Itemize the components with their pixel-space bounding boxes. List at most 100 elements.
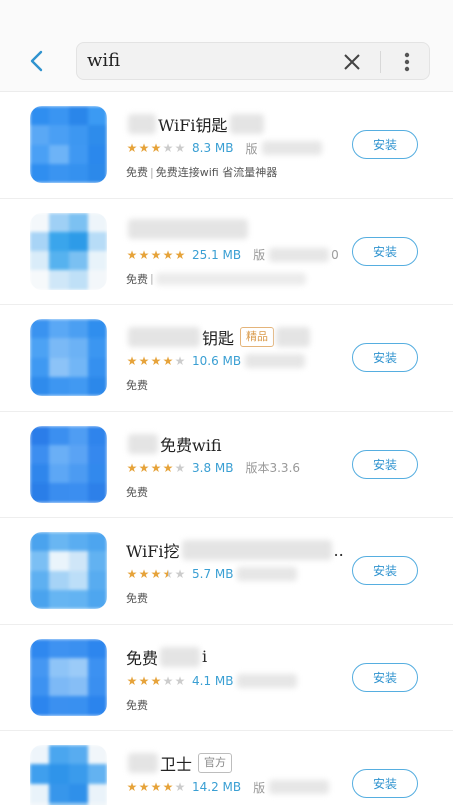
list-item: ★ ★ ★ ★ ★ 25.1 MB 版 0 免费 | 安装 [0, 199, 453, 305]
rating-stars: ★ ★ ★ ★ ★ [126, 355, 186, 367]
app-icon[interactable] [30, 319, 107, 396]
star-icon: ★ [174, 247, 186, 262]
clear-search-button[interactable] [339, 49, 365, 75]
redacted-text [276, 327, 311, 347]
app-stats: ★ ★ ★ ★ ★ 8.3 MB 版 [126, 139, 322, 157]
app-price: 免费 [126, 698, 148, 712]
app-icon[interactable] [30, 425, 107, 503]
star-icon: ★ [174, 141, 186, 155]
app-size: 10.6 MB [192, 354, 242, 368]
star-icon: ★ [174, 460, 186, 475]
app-stats: ★ ★ ★ ★ ★ 25.1 MB 版 0 [126, 246, 339, 264]
star-icon: ★ [126, 567, 138, 581]
star-icon: ★ [150, 567, 162, 581]
star-icon: ★ [126, 247, 138, 262]
app-icon-image [30, 319, 107, 396]
app-size: 3.8 MB [192, 460, 234, 475]
app-icon-image [30, 212, 107, 290]
more-options-button[interactable] [395, 49, 419, 75]
redacted-text [269, 247, 330, 262]
rating-stars: ★ ★ ★ ★ ★ [126, 781, 186, 793]
app-size: 25.1 MB [192, 247, 242, 262]
star-icon: ★ [138, 247, 150, 262]
app-version: 版本3.3.6 [245, 461, 301, 475]
app-stats: ★ ★ ★ ★ ★ 4.1 MB [126, 672, 298, 690]
app-price: 免费 [126, 166, 148, 179]
redacted-text [128, 218, 248, 239]
app-icon-image [30, 106, 107, 183]
install-button[interactable]: 安装 [352, 130, 418, 159]
star-icon: ★ [138, 460, 150, 475]
chevron-left-icon [30, 50, 43, 72]
divider [380, 51, 381, 73]
app-name-text: WiFi挖 [126, 542, 180, 561]
app-name[interactable]: 卫士 官方 [126, 751, 233, 775]
redacted-text [128, 433, 158, 454]
redacted-text [128, 327, 200, 347]
app-name[interactable]: 钥匙 精品 [126, 325, 312, 349]
app-size: 14.2 MB [192, 780, 242, 794]
app-version: 版 [253, 780, 266, 795]
app-name-tail: i [202, 647, 208, 666]
install-button[interactable]: 安装 [352, 343, 418, 372]
app-name-text: 钥匙 [202, 329, 235, 348]
search-results-list: WiFi钥匙 ★ ★ ★ ★ ★ 8.3 MB 版免费 | 免费连接wifi 省流量神器 安装 ★ ★ ★… [0, 92, 453, 805]
redacted-text [160, 646, 201, 667]
app-icon[interactable] [30, 106, 107, 183]
top-bar: wifi [0, 0, 453, 92]
app-icon[interactable] [30, 638, 107, 716]
app-icon[interactable] [30, 532, 107, 609]
star-icon: ★ [150, 780, 162, 794]
rating-stars: ★ ★ ★ ★ ★ [126, 568, 186, 580]
app-stats: ★ ★ ★ ★ ★ 10.6 MB [126, 352, 306, 370]
app-name[interactable]: 免费wifi [126, 432, 222, 456]
list-item: WiFi钥匙 ★ ★ ★ ★ ★ 8.3 MB 版免费 | 免费连接wifi 省流量神器 安装 [0, 92, 453, 199]
app-name[interactable]: WiFi钥匙 [126, 112, 266, 136]
star-icon: ★ [174, 354, 186, 368]
app-name[interactable] [126, 218, 250, 239]
install-button[interactable]: 安装 [352, 662, 418, 692]
star-icon: ★ [162, 460, 174, 475]
search-input[interactable]: wifi [76, 42, 430, 80]
app-description: 免费 | 免费连接wifi 省流量神器 [126, 164, 277, 180]
rating-stars: ★ ★ ★ ★ ★ [126, 675, 186, 687]
redacted-text [155, 272, 306, 285]
app-name-text: 卫士 [160, 755, 193, 774]
app-stats: ★ ★ ★ ★ ★ 14.2 MB 版 [126, 778, 330, 796]
star-icon: ★ [138, 673, 150, 688]
star-icon: ★ [162, 247, 174, 262]
app-size: 4.1 MB [192, 673, 234, 688]
star-icon: ★ [150, 247, 162, 262]
app-size: 8.3 MB [192, 141, 234, 155]
install-button[interactable]: 安装 [352, 556, 418, 585]
install-button[interactable]: 安装 [352, 769, 418, 798]
star-icon: ★ [174, 673, 186, 688]
app-description: 免费 | [126, 271, 306, 287]
app-name[interactable]: WiFi挖.. [126, 538, 344, 562]
app-stats: ★ ★ ★ ★ ★ 5.7 MB [126, 565, 298, 583]
install-button[interactable]: 安装 [352, 236, 418, 266]
app-name-text: WiFi钥匙 [158, 116, 228, 135]
star-icon: ★ [150, 141, 162, 155]
redacted-text [128, 114, 156, 134]
app-icon[interactable] [30, 745, 107, 805]
redacted-text [229, 114, 264, 134]
redacted-text [269, 780, 330, 794]
separator: | [150, 165, 154, 179]
app-price: 免费 [126, 379, 148, 392]
rating-stars: ★ ★ ★ ★ ★ [126, 249, 186, 261]
install-button[interactable]: 安装 [352, 449, 418, 479]
separator: | [150, 272, 154, 285]
rating-stars: ★ ★ ★ ★ ★ [126, 142, 186, 154]
back-button[interactable] [22, 44, 52, 78]
star-icon: ★ [150, 354, 162, 368]
app-icon[interactable] [30, 212, 107, 290]
rating-stars: ★ ★ ★ ★ ★ [126, 462, 186, 474]
app-icon-image [30, 532, 107, 609]
app-price: 免费 [126, 272, 148, 286]
app-name[interactable]: 免费 i [126, 645, 207, 669]
redacted-text [181, 540, 332, 560]
star-icon: ★ [162, 354, 174, 368]
star-icon: ★ [126, 673, 138, 688]
app-size: 5.7 MB [192, 567, 234, 581]
